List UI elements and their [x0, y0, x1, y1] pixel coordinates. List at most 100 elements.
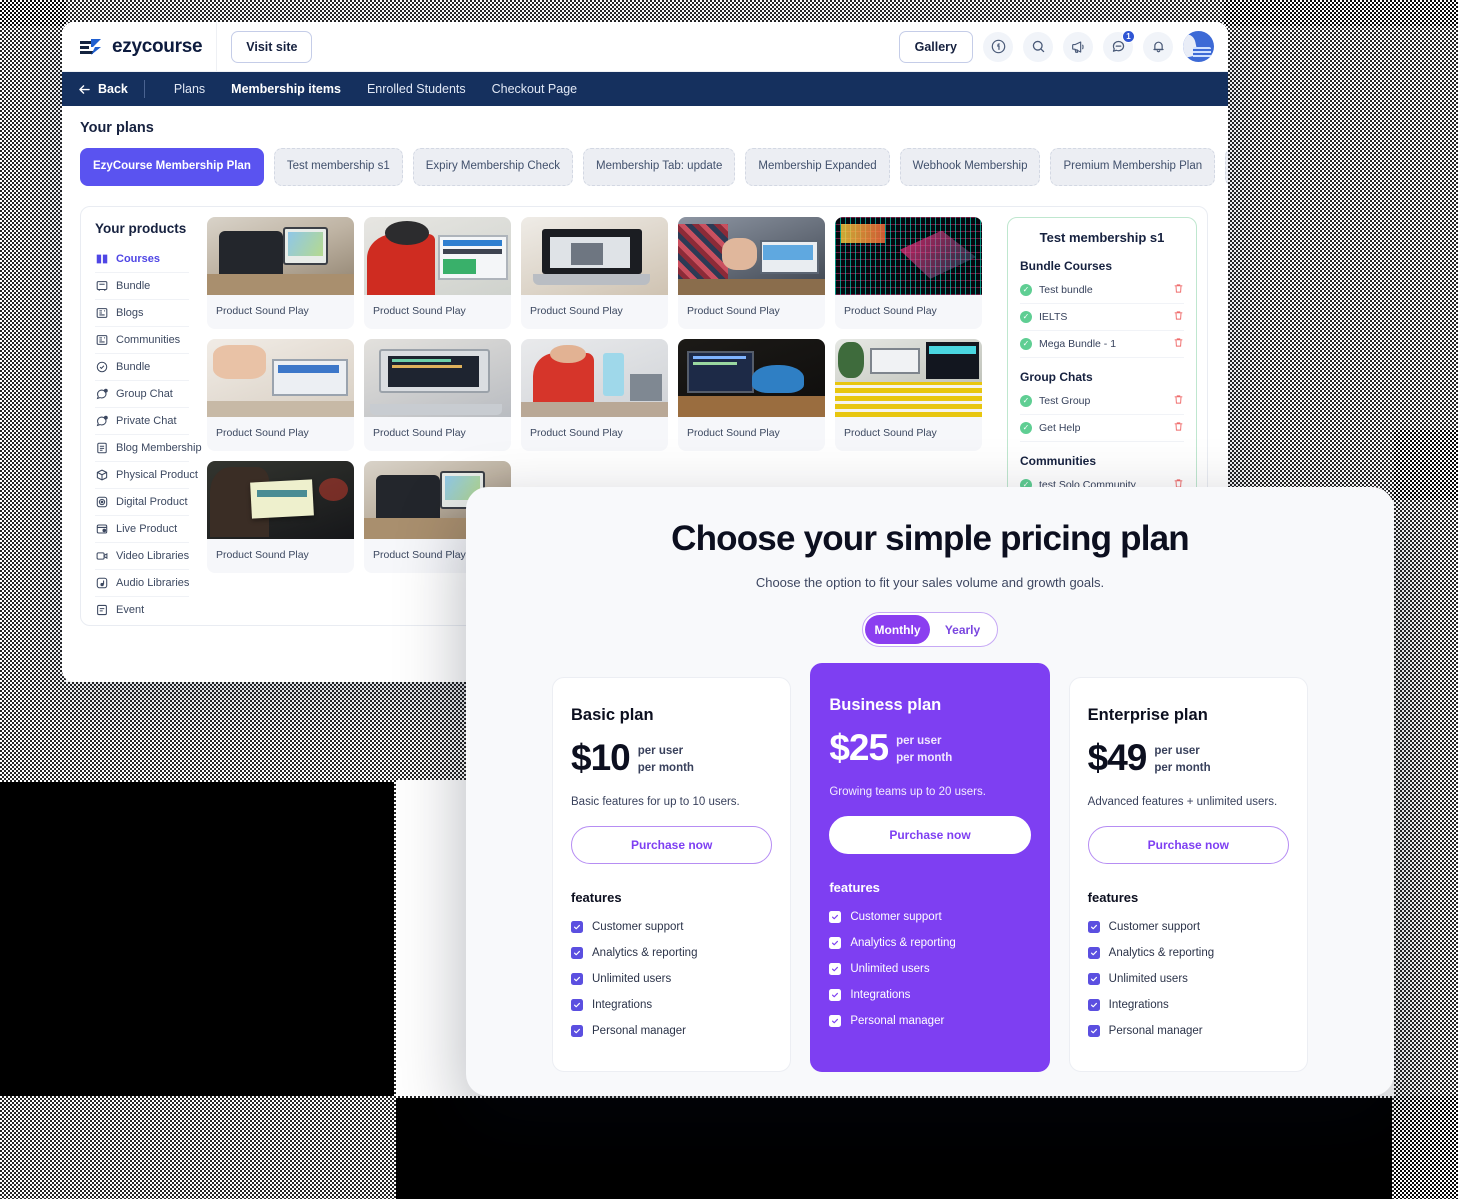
product-card[interactable]: Product Sound Play	[678, 216, 825, 329]
ezycourse-logo-icon	[78, 36, 104, 58]
top-bar: ezycourse Visit site Gallery 1	[62, 22, 1228, 72]
billing-period-toggle[interactable]: Monthly Yearly	[862, 612, 998, 647]
checkbox-checked-icon	[829, 963, 842, 976]
product-card[interactable]: Product Sound Play	[207, 460, 354, 573]
product-card[interactable]: Product Sound Play	[835, 216, 982, 329]
avatar[interactable]	[1183, 31, 1214, 62]
audio-icon	[96, 577, 108, 588]
back-label: Back	[98, 82, 128, 96]
sidebar-item-live-product[interactable]: Live Product	[95, 516, 189, 543]
product-card[interactable]: Product Sound Play	[521, 338, 668, 451]
nav-item-checkout-page[interactable]: Checkout Page	[479, 82, 590, 96]
back-button[interactable]: Back	[78, 82, 128, 96]
plan-name: Enterprise plan	[1087, 706, 1208, 724]
product-card[interactable]: Product Sound Play	[364, 338, 511, 451]
plan-tab-demo-plans-for-check[interactable]: This is demo plans for check	[1225, 148, 1228, 186]
checkbox-checked-icon	[829, 911, 842, 924]
delete-icon[interactable]	[1173, 394, 1184, 408]
product-thumbnail	[364, 338, 511, 417]
checkbox-checked-icon	[571, 1025, 583, 1038]
delete-icon[interactable]	[1173, 310, 1184, 324]
checkbox-checked-icon	[1087, 1025, 1100, 1038]
nav-item-membership-items[interactable]: Membership items	[218, 82, 354, 96]
product-card[interactable]: Product Sound Play	[364, 216, 511, 329]
sidebar-item-physical-product[interactable]: Physical Product	[95, 462, 198, 489]
plan-tab-premium-membership-plan[interactable]: Premium Membership Plan	[1050, 148, 1216, 186]
purchase-now-button-enterprise[interactable]: Purchase now	[1087, 826, 1289, 865]
sidebar-item-label: Courses	[116, 252, 161, 265]
billing-toggle-yearly[interactable]: Yearly	[930, 615, 995, 644]
facebook-icon[interactable]	[983, 31, 1013, 62]
feature-label: Integrations	[592, 999, 653, 1012]
feature-row: Unlimited users	[571, 973, 772, 986]
bell-icon[interactable]	[1143, 31, 1173, 62]
feature-row: Personal manager	[829, 1015, 1030, 1028]
sidebar-item-group-chat[interactable]: Group Chat	[95, 381, 189, 408]
live-icon	[96, 523, 108, 534]
sidebar-item-digital-product[interactable]: Digital Product	[95, 489, 189, 516]
plan-price-unit: per user per month	[896, 729, 952, 766]
gallery-button[interactable]: Gallery	[898, 30, 973, 63]
delete-icon[interactable]	[1173, 421, 1184, 435]
check-icon: ✓	[1020, 421, 1032, 434]
plan-tab-ezycourse-membership-plan[interactable]: EzyCourse Membership Plan	[80, 148, 264, 186]
plan-tab-membership-expanded[interactable]: Membership Expanded	[745, 148, 890, 186]
plans-heading: Your plans	[80, 120, 154, 136]
product-card[interactable]: Product Sound Play	[835, 338, 982, 451]
product-card[interactable]: Product Sound Play	[207, 338, 354, 451]
feature-label: Customer support	[592, 921, 684, 934]
plan-tab-webhook-membership[interactable]: Webhook Membership	[899, 148, 1041, 186]
purchase-now-button-business[interactable]: Purchase now	[829, 816, 1031, 855]
purchase-now-button-basic[interactable]: Purchase now	[571, 826, 773, 865]
nav-divider	[143, 80, 145, 98]
membership-row-label: IELTS	[1039, 310, 1068, 323]
membership-row: ✓ IELTS	[1020, 304, 1184, 331]
sidebar-item-blog-membership[interactable]: Blog Membership	[95, 435, 202, 462]
product-card[interactable]: Product Sound Play	[521, 216, 668, 329]
nav-item-enrolled-students[interactable]: Enrolled Students	[354, 82, 479, 96]
checkbox-checked-icon	[571, 973, 583, 986]
sidebar-item-audio-libraries[interactable]: Audio Libraries	[95, 570, 189, 597]
per-user-label: per user	[1154, 745, 1200, 757]
video-icon	[96, 551, 108, 560]
sidebar-item-event[interactable]: Event	[95, 597, 189, 623]
sidebar-item-courses[interactable]: Courses	[95, 246, 189, 273]
nav-item-plans[interactable]: Plans	[161, 82, 218, 96]
sidebar-item-blogs[interactable]: Blogs	[95, 300, 189, 327]
megaphone-icon[interactable]	[1063, 31, 1093, 62]
plan-description: Advanced features + unlimited users.	[1087, 796, 1278, 809]
feature-label: Unlimited users	[1108, 973, 1188, 986]
sidebar-item-label: Audio Libraries	[116, 576, 190, 589]
chat-private-icon	[96, 415, 108, 426]
search-icon[interactable]	[1023, 31, 1053, 62]
plan-tab-test-membership-s1[interactable]: Test membership s1	[273, 148, 403, 186]
product-card-label: Product Sound Play	[687, 304, 780, 317]
plan-description: Basic features for up to 10 users.	[571, 796, 740, 809]
features-heading: features	[829, 880, 880, 896]
membership-group-heading: Group Chats	[1020, 369, 1093, 384]
backdrop-grain-bottomleft	[0, 780, 396, 1199]
sidebar-item-label: Group Chat	[116, 387, 173, 400]
product-card[interactable]: Product Sound Play	[678, 338, 825, 451]
visit-site-button[interactable]: Visit site	[231, 30, 313, 63]
feature-label: Personal manager	[592, 1025, 686, 1038]
sidebar-item-private-chat[interactable]: Private Chat	[95, 408, 189, 435]
messages-icon[interactable]: 1	[1103, 29, 1135, 62]
plan-tab-membership-tab-update[interactable]: Membership Tab: update	[582, 148, 736, 186]
delete-icon[interactable]	[1173, 337, 1184, 351]
membership-row: ✓ Test Group	[1020, 388, 1184, 415]
per-month-label: per month	[637, 761, 694, 774]
sidebar-item-video-libraries[interactable]: Video Libraries	[95, 543, 189, 570]
brand-logo[interactable]: ezycourse	[78, 36, 203, 58]
delete-icon[interactable]	[1173, 283, 1184, 297]
backdrop-grain-topright	[1224, 0, 1458, 500]
product-thumbnail	[521, 338, 668, 417]
product-card[interactable]: Product Sound Play	[207, 216, 354, 329]
sidebar-item-communities[interactable]: Communities	[95, 327, 189, 354]
plan-tab-expiry-membership-check[interactable]: Expiry Membership Check	[412, 148, 573, 186]
sidebar-item-bundle-2[interactable]: Bundle	[95, 354, 189, 381]
billing-toggle-monthly[interactable]: Monthly	[865, 615, 930, 644]
sidebar-item-label: Blogs	[116, 306, 144, 319]
sidebar-item-bundle-1[interactable]: Bundle	[95, 273, 189, 300]
feature-row: Unlimited users	[1087, 973, 1289, 986]
